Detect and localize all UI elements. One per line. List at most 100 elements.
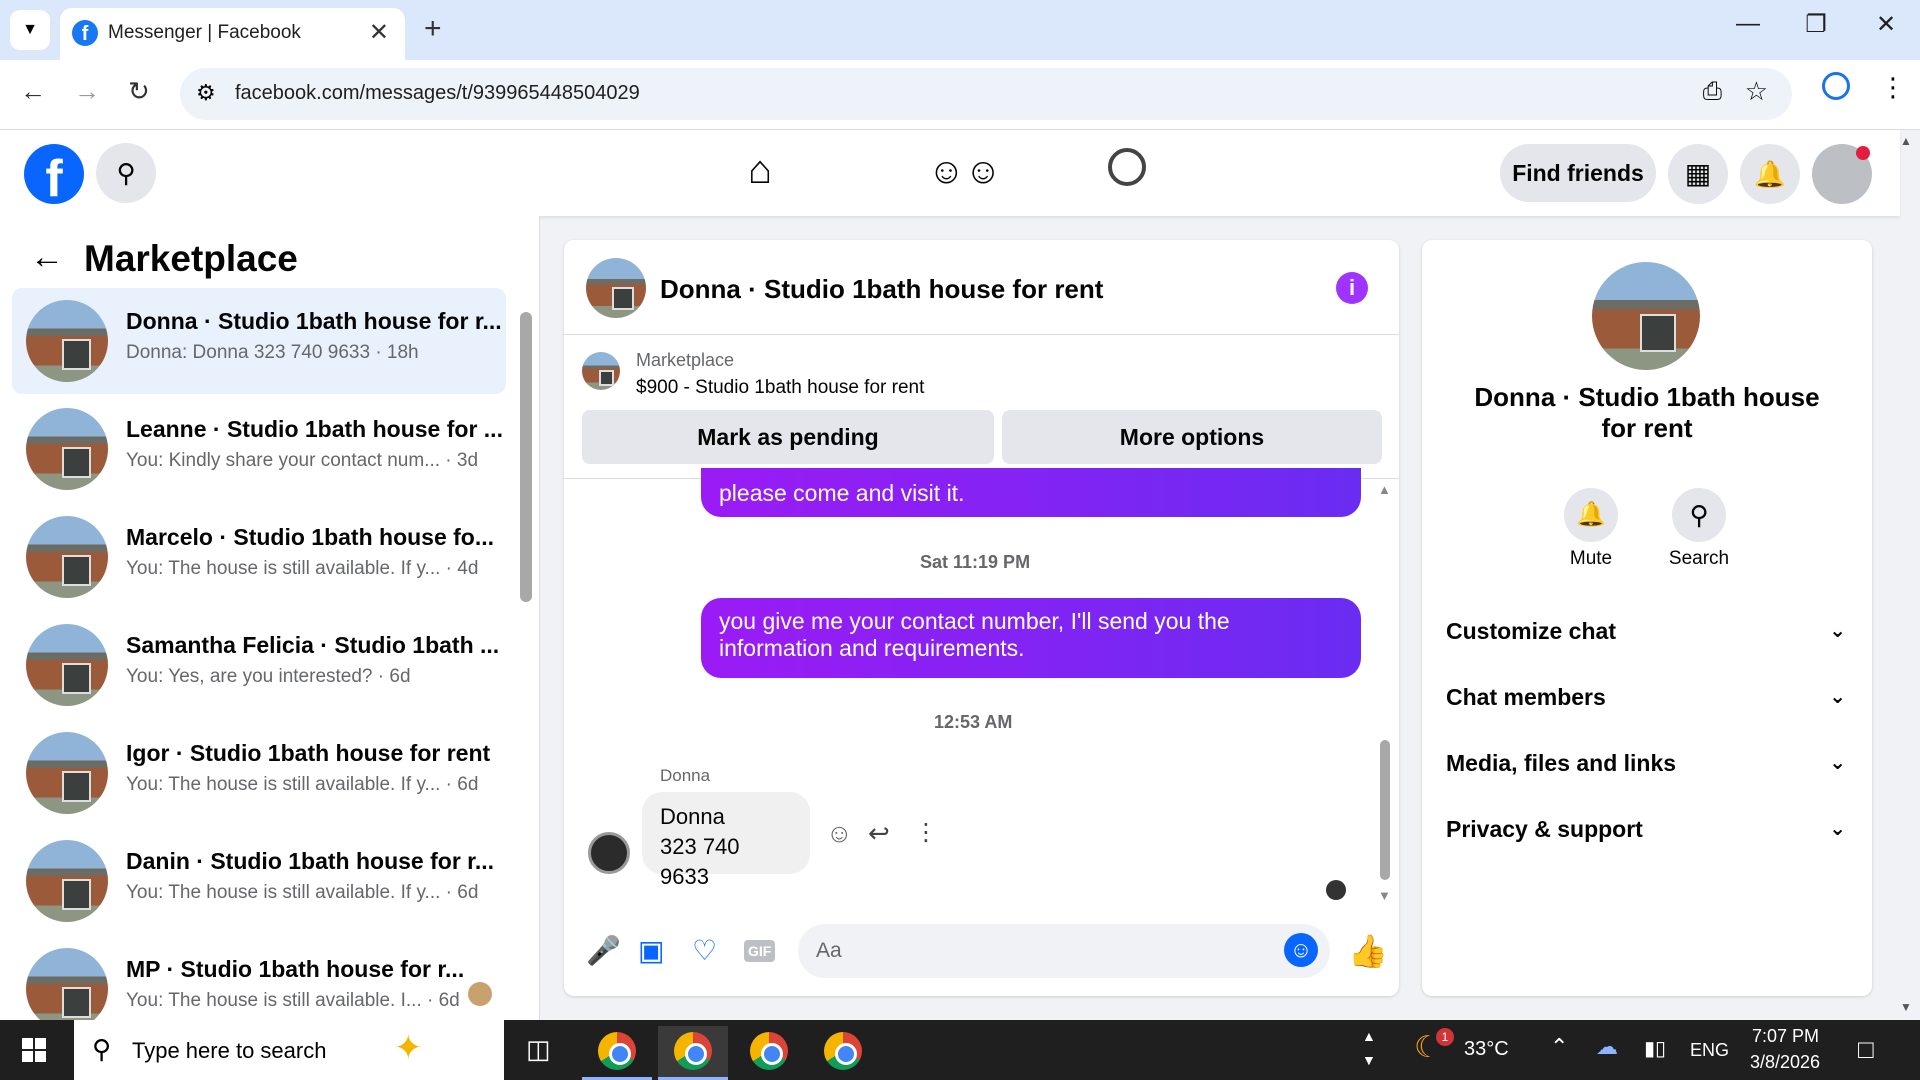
- listing-title[interactable]: $900 - Studio 1bath house for rent: [636, 377, 924, 399]
- message-line: Donna: [660, 804, 725, 829]
- reload-icon[interactable]: ↻: [128, 76, 150, 107]
- tab-search-button[interactable]: ▼: [10, 10, 50, 50]
- sender-avatar[interactable]: [588, 832, 630, 874]
- browser-menu-icon[interactable]: ⋮: [1880, 72, 1906, 103]
- clock-date[interactable]: 3/8/2026: [1750, 1052, 1820, 1073]
- restore-button[interactable]: ❐: [1796, 10, 1836, 39]
- seen-avatar: [468, 982, 492, 1006]
- listing-thumbnail[interactable]: [582, 352, 620, 390]
- conversation-preview: You: The house is still available. If y.…: [126, 882, 479, 903]
- message-bubble-outgoing[interactable]: please come and visit it.: [701, 468, 1361, 517]
- message-bubble-incoming[interactable]: Donna 323 740 9633: [642, 792, 810, 889]
- reply-icon[interactable]: ↩: [868, 818, 890, 849]
- address-bar[interactable]: ⚙ facebook.com/messages/t/93996544850402…: [180, 68, 1792, 120]
- conversation-preview: You: Yes, are you interested? · 6d: [126, 666, 411, 687]
- home-icon[interactable]: ⌂: [748, 148, 772, 193]
- message-timestamp: 12:53 AM: [934, 712, 1013, 732]
- notifications-icon[interactable]: □: [1858, 1034, 1874, 1065]
- mute-button[interactable]: 🔔: [1564, 488, 1618, 542]
- chevron-up-icon[interactable]: ⌃: [1550, 1034, 1568, 1060]
- tab-title: Messenger | Facebook: [108, 22, 301, 43]
- onedrive-icon[interactable]: ☁: [1596, 1034, 1618, 1060]
- scrollbar[interactable]: [520, 312, 532, 602]
- menu-grid-icon[interactable]: ▦: [1668, 144, 1728, 204]
- more-options-button[interactable]: More options: [1002, 410, 1382, 464]
- more-actions-icon[interactable]: ⋮: [914, 818, 938, 847]
- conversation-item[interactable]: Marcelo · Studio 1bath house fo... You: …: [12, 504, 506, 610]
- emoji-icon[interactable]: ☺: [1284, 933, 1318, 967]
- sticker-icon[interactable]: ♡: [692, 934, 717, 967]
- tab-close-icon[interactable]: ✕: [369, 18, 389, 47]
- mark-as-pending-button[interactable]: Mark as pending: [582, 410, 994, 464]
- weather-temp[interactable]: 33°C: [1464, 1038, 1509, 1061]
- message-bubble-outgoing[interactable]: you give me your contact number, I'll se…: [701, 598, 1361, 678]
- groups-icon[interactable]: [1108, 148, 1146, 186]
- bookmark-star-icon[interactable]: ☆: [1745, 76, 1768, 107]
- url-text[interactable]: facebook.com/messages/t/939965448504029: [235, 82, 640, 105]
- section-label: Chat members: [1446, 684, 1606, 710]
- chat-title[interactable]: Donna · Studio 1bath house for rent: [660, 274, 1103, 305]
- microphone-icon[interactable]: 🎤: [586, 934, 621, 967]
- taskbar-search-box[interactable]: ⚲ Type here to search ✦: [74, 1020, 504, 1080]
- search-icon: ⚲: [92, 1034, 112, 1064]
- gif-icon[interactable]: GIF: [744, 940, 776, 962]
- avatar: [26, 624, 108, 706]
- chrome-taskbar-app[interactable]: [808, 1026, 878, 1080]
- battery-icon[interactable]: ▮▯: [1644, 1036, 1666, 1061]
- profile-avatar[interactable]: [1592, 262, 1700, 370]
- facebook-header: f ⚲ ⌂ ☺☺ Find friends ▦ 🔔: [0, 130, 1900, 216]
- tray-overflow-icon[interactable]: ▲ ▼: [1362, 1024, 1376, 1072]
- like-thumb-icon[interactable]: 👍: [1348, 932, 1388, 970]
- conversation-preview: You: The house is still available. If y.…: [126, 774, 479, 795]
- notifications-bell-icon[interactable]: 🔔: [1740, 144, 1800, 204]
- windows-start-icon[interactable]: [22, 1038, 46, 1062]
- chrome-taskbar-app[interactable]: [734, 1026, 804, 1080]
- find-friends-button[interactable]: Find friends: [1500, 144, 1656, 202]
- conversation-name: Igor · Studio 1bath house for rent: [126, 740, 491, 766]
- scroll-up-icon[interactable]: ▲: [1378, 482, 1391, 497]
- facebook-logo-icon[interactable]: f: [24, 144, 84, 208]
- forward-arrow-icon[interactable]: →: [74, 76, 100, 107]
- info-icon[interactable]: i: [1336, 272, 1368, 304]
- chat-scrollbar[interactable]: [1380, 740, 1390, 880]
- page-scroll-down-icon[interactable]: ▼: [1900, 1000, 1912, 1014]
- chat-panel: Donna · Studio 1bath house for rent i Ma…: [564, 240, 1399, 996]
- minimize-button[interactable]: —: [1728, 10, 1768, 38]
- task-view-icon[interactable]: ◫: [526, 1034, 551, 1065]
- site-settings-icon[interactable]: ⚙: [196, 80, 216, 106]
- photo-icon[interactable]: ▣: [638, 934, 664, 967]
- back-arrow-icon[interactable]: ←: [20, 76, 46, 107]
- conversation-item[interactable]: Samantha Felicia · Studio 1bath ... You:…: [12, 612, 506, 718]
- privacy-support-section[interactable]: Privacy & support ⌄: [1446, 816, 1846, 843]
- language-indicator[interactable]: ENG: [1690, 1040, 1729, 1061]
- conversation-item[interactable]: Donna · Studio 1bath house for r... Donn…: [12, 288, 506, 394]
- conversation-name: Leanne · Studio 1bath house for ...: [126, 416, 503, 442]
- conversation-item[interactable]: MP · Studio 1bath house for r... You: Th…: [12, 936, 506, 1020]
- conversation-item[interactable]: Igor · Studio 1bath house for rent You: …: [12, 720, 506, 826]
- page-scroll-up-icon[interactable]: ▲: [1900, 134, 1912, 148]
- customize-chat-section[interactable]: Customize chat ⌄: [1446, 618, 1846, 645]
- chat-members-section[interactable]: Chat members ⌄: [1446, 684, 1846, 711]
- clock-time[interactable]: 7:07 PM: [1752, 1026, 1819, 1047]
- chrome-taskbar-app[interactable]: [582, 1026, 652, 1080]
- scroll-down-icon[interactable]: ▼: [1378, 888, 1391, 903]
- new-tab-button[interactable]: +: [424, 12, 442, 46]
- chevron-down-icon: ⌄: [1829, 620, 1846, 642]
- search-icon[interactable]: ⚲: [96, 143, 156, 203]
- tab-messenger[interactable]: f Messenger | Facebook ✕: [60, 8, 405, 60]
- search-button[interactable]: ⚲: [1672, 488, 1726, 542]
- conversation-item[interactable]: Leanne · Studio 1bath house for ... You:…: [12, 396, 506, 502]
- chevron-down-icon: ⌄: [1829, 818, 1846, 840]
- chrome-taskbar-app-active[interactable]: [658, 1026, 728, 1080]
- react-smiley-icon[interactable]: ☺: [826, 818, 853, 849]
- profile-icon[interactable]: [1822, 72, 1850, 100]
- back-arrow-icon[interactable]: ←: [30, 238, 64, 277]
- media-files-links-section[interactable]: Media, files and links ⌄: [1446, 750, 1846, 777]
- message-input-placeholder: Aa: [816, 939, 842, 962]
- close-window-button[interactable]: ✕: [1866, 10, 1906, 39]
- message-input[interactable]: Aa ☺: [798, 924, 1330, 978]
- conversation-item[interactable]: Danin · Studio 1bath house for r... You:…: [12, 828, 506, 934]
- chat-avatar[interactable]: [586, 258, 646, 318]
- install-app-icon[interactable]: ⎙: [1703, 78, 1722, 106]
- friends-icon[interactable]: ☺☺: [928, 150, 1002, 192]
